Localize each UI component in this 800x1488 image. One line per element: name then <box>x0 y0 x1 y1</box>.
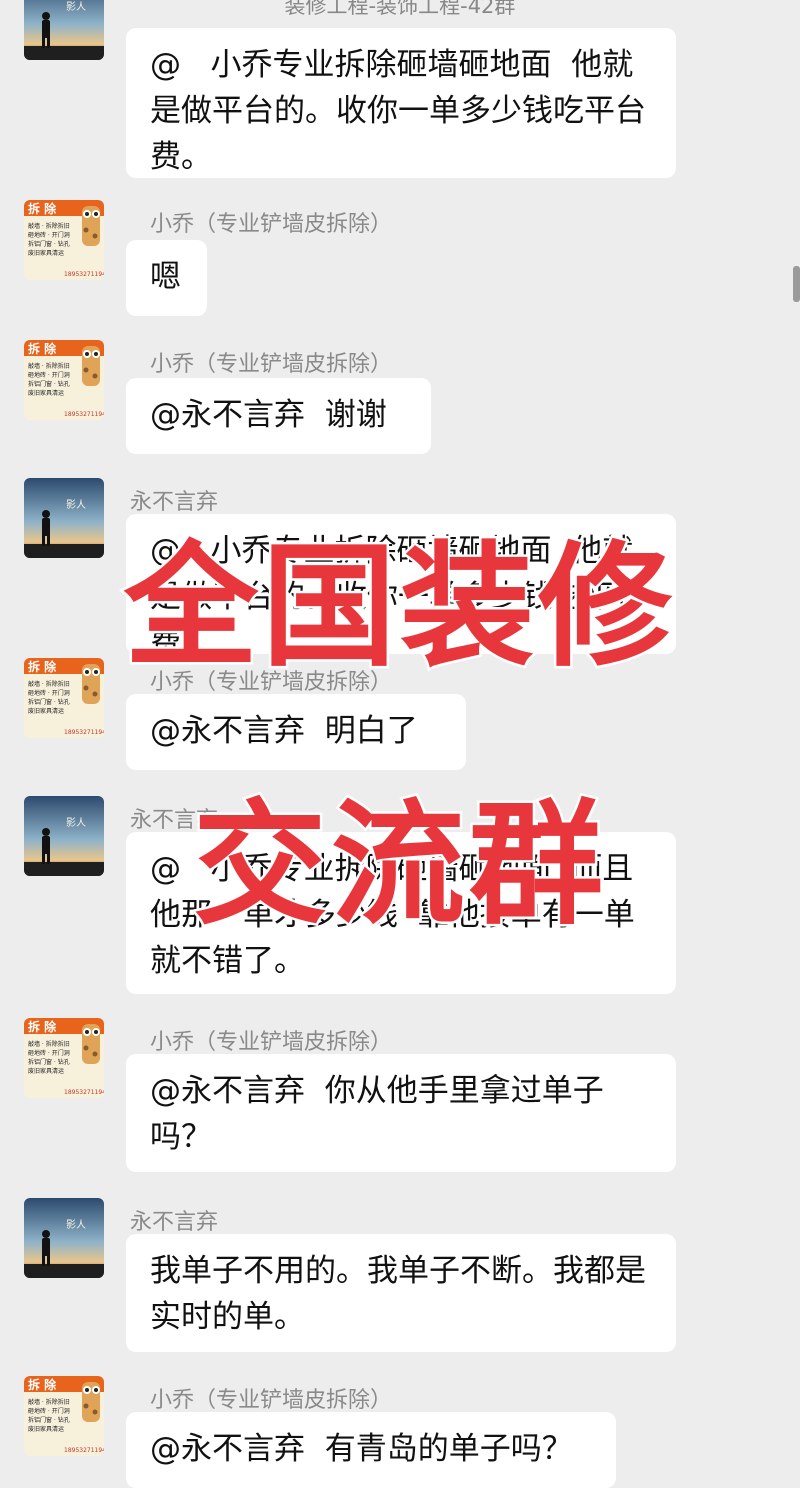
svg-text:18953271194: 18953271194 <box>64 271 104 278</box>
chat-title: 装修工程-装饰工程-42群 <box>284 0 516 18</box>
svg-text:敲墙 · 拆除拆旧: 敲墙 · 拆除拆旧 <box>28 1040 70 1048</box>
sender-name: 小乔（专业铲墙皮拆除） <box>150 1030 393 1055</box>
avatar[interactable]: 拆 除敲墙 · 拆除拆旧 砸地砖 · 开门洞 拆铝门窗 · 钻孔 废旧家具清运 1895… <box>24 1376 104 1456</box>
svg-text:砸地砖 · 开门洞: 砸地砖 · 开门洞 <box>28 371 70 379</box>
scrollbar[interactable] <box>793 266 800 302</box>
message-bubble[interactable]: 嗯 <box>126 240 207 316</box>
svg-text:敲墙 · 拆除拆旧: 敲墙 · 拆除拆旧 <box>28 1398 70 1406</box>
svg-text:18953271194: 18953271194 <box>64 1447 104 1454</box>
sender-name: 永不言弃 <box>130 490 219 515</box>
avatar[interactable]: 拆 除敲墙 · 拆除拆旧 砸地砖 · 开门洞 拆铝门窗 · 钻孔 废旧家具清运 1895… <box>24 1018 104 1098</box>
message-bubble[interactable]: @永不言弃 你从他手里拿过单子吗？ <box>126 1054 676 1172</box>
svg-text:废旧家具清运: 废旧家具清运 <box>28 389 64 397</box>
svg-text:18953271194: 18953271194 <box>64 1089 104 1096</box>
sender-name: 小乔（专业铲墙皮拆除） <box>150 352 393 377</box>
message-bubble[interactable]: @ 小乔专业拆除砸墙砸地面 他就是做平台的。收你一单多少钱吃平台费。 <box>126 28 676 178</box>
svg-text:敲墙 · 拆除拆旧: 敲墙 · 拆除拆旧 <box>28 362 70 370</box>
avatar[interactable]: 影人 <box>24 0 104 60</box>
svg-text:影人: 影人 <box>66 1219 86 1231</box>
svg-text:影人: 影人 <box>66 1 86 13</box>
message-bubble[interactable]: @永不言弃 明白了 <box>126 694 466 770</box>
avatar[interactable]: 拆 除敲墙 · 拆除拆旧 砸地砖 · 开门洞 拆铝门窗 · 钻孔 废旧家具清运 1895… <box>24 200 104 280</box>
svg-text:废旧家具清运: 废旧家具清运 <box>28 707 64 715</box>
svg-text:敲墙 · 拆除拆旧: 敲墙 · 拆除拆旧 <box>28 222 70 230</box>
svg-text:废旧家具清运: 废旧家具清运 <box>28 249 64 257</box>
svg-text:影人: 影人 <box>66 499 86 511</box>
svg-text:砸地砖 · 开门洞: 砸地砖 · 开门洞 <box>28 1049 70 1057</box>
message-bubble[interactable]: 我单子不用的。我单子不断。我都是实时的单。 <box>126 1234 676 1352</box>
svg-text:拆 除: 拆 除 <box>28 1019 57 1034</box>
sender-name: 永不言弃 <box>130 1210 219 1235</box>
svg-text:拆铝门窗 · 钻孔: 拆铝门窗 · 钻孔 <box>28 698 70 706</box>
overlay-title-line-1: 全国装修 <box>121 529 676 685</box>
sender-name: 小乔（专业铲墙皮拆除） <box>150 1388 393 1413</box>
svg-text:废旧家具清运: 废旧家具清运 <box>28 1425 64 1433</box>
svg-text:废旧家具清运: 废旧家具清运 <box>28 1067 64 1075</box>
svg-text:拆铝门窗 · 钻孔: 拆铝门窗 · 钻孔 <box>28 1058 70 1066</box>
svg-text:拆 除: 拆 除 <box>28 1377 57 1392</box>
svg-text:拆 除: 拆 除 <box>28 341 57 356</box>
svg-text:拆 除: 拆 除 <box>28 201 57 216</box>
svg-text:18953271194: 18953271194 <box>64 729 104 736</box>
overlay-title-line-2: 交流群 <box>190 787 607 943</box>
svg-text:砸地砖 · 开门洞: 砸地砖 · 开门洞 <box>28 689 70 697</box>
svg-text:砸地砖 · 开门洞: 砸地砖 · 开门洞 <box>28 231 70 239</box>
message-bubble[interactable]: @永不言弃 有青岛的单子吗？ <box>126 1412 616 1488</box>
avatar[interactable]: 拆 除敲墙 · 拆除拆旧 砸地砖 · 开门洞 拆铝门窗 · 钻孔 废旧家具清运 1895… <box>24 340 104 420</box>
svg-text:18953271194: 18953271194 <box>64 411 104 418</box>
message-bubble[interactable]: @永不言弃 谢谢 <box>126 378 431 454</box>
svg-text:拆铝门窗 · 钻孔: 拆铝门窗 · 钻孔 <box>28 240 70 248</box>
sender-name: 小乔（专业铲墙皮拆除） <box>150 212 393 237</box>
svg-text:拆铝门窗 · 钻孔: 拆铝门窗 · 钻孔 <box>28 380 70 388</box>
svg-text:拆铝门窗 · 钻孔: 拆铝门窗 · 钻孔 <box>28 1416 70 1424</box>
avatar[interactable]: 影人 <box>24 1198 104 1278</box>
svg-text:砸地砖 · 开门洞: 砸地砖 · 开门洞 <box>28 1407 70 1415</box>
